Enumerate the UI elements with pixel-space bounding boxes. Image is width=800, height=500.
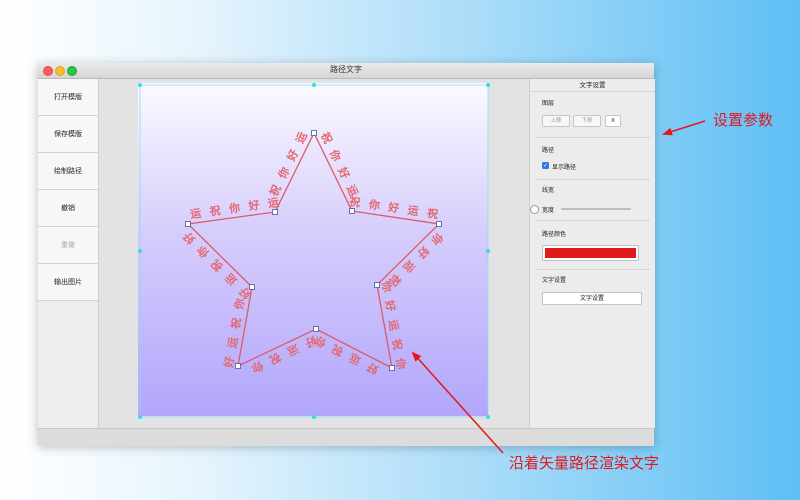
settings-annotation-label: 设置参数: [713, 111, 774, 129]
path-text-char: 祝: [390, 338, 406, 351]
path-text-char: 祝: [208, 257, 226, 275]
annotation-overlay: 祝你好运祝你好运祝你好运祝你好运祝你好运祝你好运祝你好运祝你好运祝你好运祝你好运…: [138, 83, 706, 454]
path-vertex-handle[interactable]: [313, 326, 319, 332]
path-vertex-handle[interactable]: [235, 363, 241, 369]
path-text-char: 运: [285, 342, 301, 358]
selection-handle[interactable]: [312, 415, 316, 419]
path-text-char: 好: [386, 200, 400, 216]
path-text-char: 好: [382, 298, 398, 312]
path-vertex-handle[interactable]: [185, 221, 191, 227]
path-text-char: 好: [335, 164, 353, 181]
path-annotation-label: 沿着矢量路径渲染文字: [509, 454, 660, 472]
path-text-char: 你: [326, 146, 344, 163]
path-text-char: 祝: [209, 203, 222, 218]
star-path[interactable]: [186, 131, 441, 370]
path-text-char: 运: [407, 204, 420, 218]
selection-handle[interactable]: [486, 249, 490, 253]
path-vertex-handle[interactable]: [349, 208, 355, 214]
path-text-char: 祝: [266, 182, 283, 198]
path-text-char: 祝: [228, 317, 244, 330]
path-text-char: 好: [247, 198, 261, 214]
selection-handle[interactable]: [138, 249, 142, 253]
path-text-char: 你: [367, 197, 381, 213]
path-vertex-handle[interactable]: [436, 221, 442, 227]
path-text-char: 运: [347, 351, 363, 368]
path-text-char: 你: [393, 356, 409, 370]
path-text-char: 运: [386, 319, 401, 332]
selection-handle[interactable]: [138, 415, 142, 419]
path-text-char: 运: [189, 207, 202, 221]
path-text-char: 好: [221, 355, 237, 369]
path-annotation-arrow: [411, 351, 504, 454]
selection-handle[interactable]: [138, 83, 142, 87]
path-text-char: 运: [226, 336, 241, 349]
path-text-char: 你: [227, 200, 241, 216]
settings-annotation-arrow: [662, 120, 706, 136]
path-text-char: 好: [364, 360, 381, 378]
path-text-char: 运: [293, 130, 310, 146]
path-text-char: 祝: [318, 130, 335, 146]
path-vertex-handle[interactable]: [311, 130, 317, 136]
path-text-char: 祝: [348, 194, 361, 209]
path-text-char: 祝: [426, 206, 439, 221]
path-text-group: 祝你好运祝你好运祝你好运祝你好运祝你好运祝你好运祝你好运祝你好运祝你好运祝你好运…: [180, 130, 447, 378]
path-vertex-handle[interactable]: [249, 284, 255, 290]
path-text-char: 你: [275, 165, 293, 182]
path-text-char: 你: [250, 358, 267, 376]
path-text-char: 好: [283, 147, 301, 164]
path-vertex-handle[interactable]: [272, 209, 278, 215]
selection-handle[interactable]: [486, 415, 490, 419]
path-text-char: 祝: [329, 342, 345, 359]
selection-handle[interactable]: [312, 83, 316, 87]
path-vertex-handle[interactable]: [389, 365, 395, 371]
path-text-char: 你: [379, 279, 395, 293]
path-text-char: 祝: [267, 350, 283, 367]
path-vertex-handle[interactable]: [374, 282, 380, 288]
selection-handle[interactable]: [486, 83, 490, 87]
